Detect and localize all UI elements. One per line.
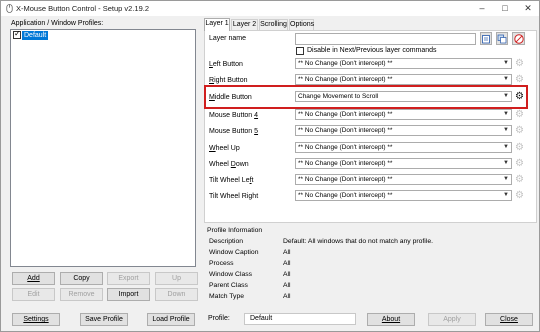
gear-icon[interactable]: ⚙ <box>514 74 525 85</box>
tab-layer-1[interactable]: Layer 1 <box>204 18 230 31</box>
copy-button[interactable]: Copy <box>60 272 103 285</box>
profile-info-title: Profile Information <box>207 227 263 234</box>
tilt-wheel-left-label: Tilt Wheel Left <box>209 177 254 184</box>
profiles-list[interactable]: ✓ Default <box>10 29 196 267</box>
info-label: Match Type <box>209 293 245 300</box>
add-button[interactable]: Add <box>12 272 55 285</box>
gear-icon[interactable]: ⚙ <box>514 158 525 169</box>
window-title: X-Mouse Button Control - Setup v2.19.2 <box>16 4 149 13</box>
info-value: All <box>283 293 291 300</box>
gear-icon[interactable]: ⚙ <box>514 125 525 136</box>
wheel-up-select[interactable]: ** No Change (Don't intercept) ** ▼ <box>295 142 512 153</box>
chevron-down-icon: ▼ <box>503 144 509 150</box>
chevron-down-icon: ▼ <box>503 192 509 198</box>
status-profile-value: Default <box>250 315 273 322</box>
profile-item-default[interactable]: ✓ Default <box>12 29 194 40</box>
layer-copy-button[interactable] <box>496 32 508 45</box>
left-button-select[interactable]: ** No Change (Don't intercept) ** ▼ <box>295 58 512 69</box>
tilt-wheel-left-select[interactable]: ** No Change (Don't intercept) ** ▼ <box>295 174 512 185</box>
title-bar: X-Mouse Button Control - Setup v2.19.2 –… <box>1 1 539 16</box>
info-value: Default: All windows that do not match a… <box>283 238 433 245</box>
gear-icon[interactable]: ⚙ <box>514 142 525 153</box>
chevron-down-icon: ▼ <box>503 60 509 66</box>
main-window: X-Mouse Button Control - Setup v2.19.2 –… <box>0 0 540 332</box>
wheel-down-select[interactable]: ** No Change (Don't intercept) ** ▼ <box>295 158 512 169</box>
minimize-icon[interactable]: – <box>471 1 493 16</box>
mouse-button-4-select[interactable]: ** No Change (Don't intercept) ** ▼ <box>295 109 512 120</box>
apply-button[interactable]: Apply <box>428 313 476 326</box>
left-button-label: Left Button <box>209 61 243 68</box>
remove-button[interactable]: Remove <box>60 288 103 301</box>
status-profile-field: Default <box>244 313 356 325</box>
status-profile-label: Profile: <box>208 315 230 322</box>
layer-name-label: Layer name <box>209 35 246 42</box>
save-profile-button[interactable]: Save Profile <box>80 313 128 326</box>
down-button[interactable]: Down <box>155 288 198 301</box>
layer-save-button[interactable] <box>480 32 492 45</box>
export-button[interactable]: Export <box>107 272 150 285</box>
settings-button[interactable]: Settings <box>12 313 60 326</box>
gear-icon[interactable]: ⚙ <box>514 58 525 69</box>
info-value: All <box>283 260 291 267</box>
layer-reset-button[interactable] <box>512 32 525 45</box>
tab-options[interactable]: Options <box>289 19 314 30</box>
chevron-down-icon: ▼ <box>503 93 509 99</box>
close-button[interactable]: Close <box>485 313 533 326</box>
layer-name-input[interactable] <box>295 33 476 45</box>
wheel-up-label: Wheel Up <box>209 145 240 152</box>
info-label: Description <box>209 238 243 245</box>
disable-layer-checkbox[interactable] <box>296 47 304 55</box>
info-value: All <box>283 271 291 278</box>
close-window-icon[interactable]: ✕ <box>517 1 539 16</box>
profile-label: Default <box>22 31 49 40</box>
about-button[interactable]: About <box>367 313 415 326</box>
mouse-button-5-label: Mouse Button 5 <box>209 128 259 135</box>
gear-icon[interactable]: ⚙ <box>514 190 525 201</box>
info-label: Process <box>209 260 234 267</box>
info-value: All <box>283 282 291 289</box>
wheel-down-label: Wheel Down <box>209 161 249 168</box>
right-button-select[interactable]: ** No Change (Don't intercept) ** ▼ <box>295 74 512 85</box>
import-button[interactable]: Import <box>107 288 150 301</box>
chevron-down-icon: ▼ <box>503 160 509 166</box>
tilt-wheel-right-label: Tilt Wheel Right <box>209 193 259 200</box>
mouse-button-5-select[interactable]: ** No Change (Don't intercept) ** ▼ <box>295 125 512 136</box>
info-label: Parent Class <box>209 282 248 289</box>
maximize-icon[interactable]: □ <box>494 1 516 16</box>
gear-icon[interactable]: ⚙ <box>514 174 525 185</box>
profile-checkbox[interactable]: ✓ <box>13 29 21 39</box>
edit-button[interactable]: Edit <box>12 288 55 301</box>
profiles-header: Application / Window Profiles: <box>11 20 104 27</box>
middle-button-label: Middle Button <box>209 94 252 101</box>
right-button-label: Right Button <box>209 77 248 84</box>
mouse-app-icon <box>6 4 13 13</box>
chevron-down-icon: ▼ <box>503 111 509 117</box>
gear-icon[interactable]: ⚙ <box>514 91 525 102</box>
tilt-wheel-right-select[interactable]: ** No Change (Don't intercept) ** ▼ <box>295 190 512 201</box>
tab-scrolling[interactable]: Scrolling <box>259 19 288 30</box>
checkmark-icon: ✓ <box>14 29 21 38</box>
chevron-down-icon: ▼ <box>503 127 509 133</box>
copy-layers-icon <box>497 34 507 44</box>
middle-button-select[interactable]: Change Movement to Scroll ▼ <box>295 91 512 102</box>
gear-icon[interactable]: ⚙ <box>514 109 525 120</box>
clipboard-icon <box>482 35 490 44</box>
info-value: All <box>283 249 291 256</box>
tab-layer-2[interactable]: Layer 2 <box>231 19 258 30</box>
chevron-down-icon: ▼ <box>503 176 509 182</box>
info-label: Window Class <box>209 271 253 278</box>
chevron-down-icon: ▼ <box>503 76 509 82</box>
up-button[interactable]: Up <box>155 272 198 285</box>
info-label: Window Caption <box>209 249 259 256</box>
mouse-button-4-label: Mouse Button 4 <box>209 112 259 119</box>
load-profile-button[interactable]: Load Profile <box>147 313 195 326</box>
disable-layer-label: Disable in Next/Previous layer commands <box>307 47 437 54</box>
no-entry-icon <box>513 34 524 44</box>
